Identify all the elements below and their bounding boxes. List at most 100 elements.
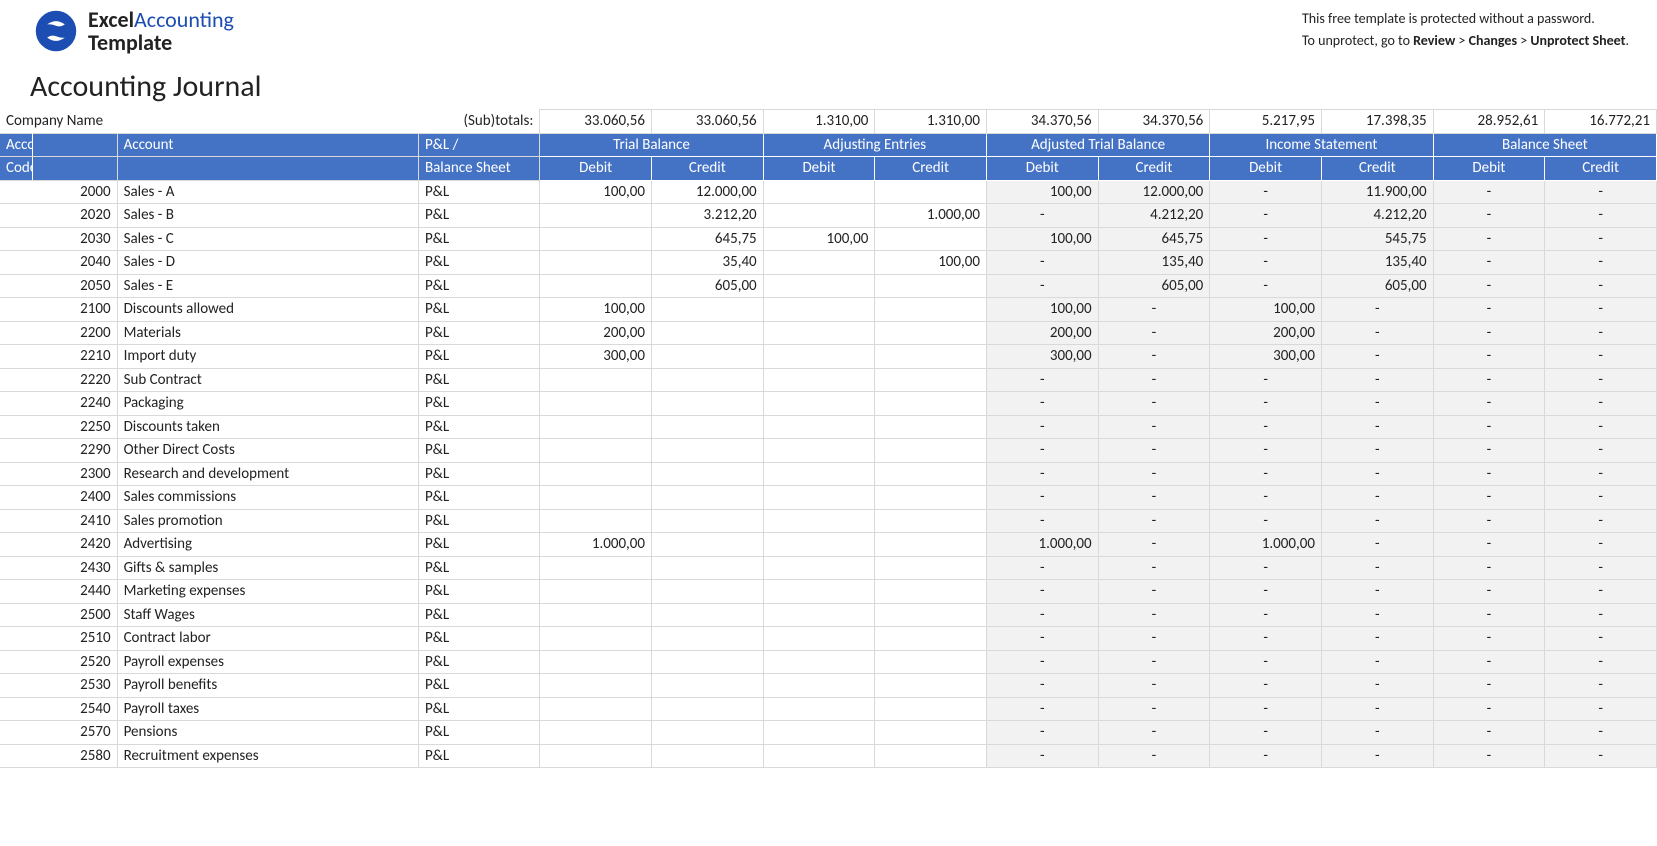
cell-value[interactable]: -	[1433, 603, 1545, 627]
cell-value[interactable]: -	[986, 556, 1098, 580]
cell-value[interactable]	[875, 227, 987, 251]
cell-value[interactable]: -	[1433, 721, 1545, 745]
cell-value[interactable]	[763, 204, 875, 228]
cell-value[interactable]: -	[1210, 627, 1322, 651]
cell-value[interactable]: -	[1433, 392, 1545, 416]
cell-value[interactable]	[875, 533, 987, 557]
cell-type[interactable]: P&L	[418, 744, 539, 768]
cell-value[interactable]: -	[1433, 744, 1545, 768]
cell-name[interactable]: Discounts taken	[117, 415, 418, 439]
cell-code[interactable]: 2400	[0, 486, 117, 510]
cell-value[interactable]	[875, 345, 987, 369]
cell-name[interactable]: Import duty	[117, 345, 418, 369]
cell-value[interactable]	[652, 415, 764, 439]
cell-value[interactable]: -	[1098, 697, 1210, 721]
cell-value[interactable]: -	[1433, 627, 1545, 651]
cell-value[interactable]: -	[1433, 298, 1545, 322]
cell-value[interactable]	[540, 227, 652, 251]
cell-value[interactable]	[763, 627, 875, 651]
cell-value[interactable]: -	[1098, 415, 1210, 439]
cell-value[interactable]: -	[986, 368, 1098, 392]
cell-value[interactable]: -	[1545, 439, 1657, 463]
cell-value[interactable]	[652, 556, 764, 580]
cell-value[interactable]: 1.000,00	[986, 533, 1098, 557]
cell-value[interactable]	[875, 486, 987, 510]
cell-value[interactable]: -	[1098, 345, 1210, 369]
cell-type[interactable]: P&L	[418, 580, 539, 604]
cell-value[interactable]	[540, 204, 652, 228]
cell-value[interactable]	[652, 298, 764, 322]
cell-value[interactable]: -	[1321, 368, 1433, 392]
cell-value[interactable]: 605,00	[1321, 274, 1433, 298]
cell-value[interactable]: 35,40	[652, 251, 764, 275]
cell-name[interactable]: Research and development	[117, 462, 418, 486]
cell-type[interactable]: P&L	[418, 204, 539, 228]
cell-code[interactable]: 2210	[0, 345, 117, 369]
cell-value[interactable]	[763, 744, 875, 768]
cell-value[interactable]: -	[1098, 674, 1210, 698]
cell-name[interactable]: Marketing expenses	[117, 580, 418, 604]
cell-value[interactable]	[540, 439, 652, 463]
cell-value[interactable]: -	[1433, 415, 1545, 439]
cell-value[interactable]	[875, 415, 987, 439]
cell-value[interactable]: -	[1545, 744, 1657, 768]
cell-value[interactable]: -	[1210, 556, 1322, 580]
cell-value[interactable]: 135,40	[1321, 251, 1433, 275]
cell-value[interactable]	[875, 180, 987, 204]
cell-value[interactable]	[875, 462, 987, 486]
cell-value[interactable]: -	[1210, 439, 1322, 463]
cell-value[interactable]: -	[1545, 627, 1657, 651]
cell-value[interactable]	[540, 697, 652, 721]
cell-value[interactable]	[652, 674, 764, 698]
cell-value[interactable]: 605,00	[652, 274, 764, 298]
cell-value[interactable]	[875, 674, 987, 698]
cell-value[interactable]: 300,00	[986, 345, 1098, 369]
cell-value[interactable]	[763, 439, 875, 463]
cell-value[interactable]	[652, 439, 764, 463]
cell-value[interactable]	[763, 345, 875, 369]
cell-value[interactable]: -	[1433, 650, 1545, 674]
cell-value[interactable]	[763, 462, 875, 486]
cell-value[interactable]: -	[986, 627, 1098, 651]
subtotal-cell[interactable]: 34.370,56	[1098, 110, 1210, 134]
cell-value[interactable]: -	[1545, 204, 1657, 228]
cell-code[interactable]: 2000	[0, 180, 117, 204]
cell-code[interactable]: 2250	[0, 415, 117, 439]
cell-value[interactable]	[540, 509, 652, 533]
cell-value[interactable]	[763, 533, 875, 557]
cell-value[interactable]: -	[1321, 627, 1433, 651]
cell-type[interactable]: P&L	[418, 627, 539, 651]
cell-value[interactable]: 4.212,20	[1321, 204, 1433, 228]
subtotal-cell[interactable]: 1.310,00	[875, 110, 987, 134]
cell-value[interactable]: -	[1098, 627, 1210, 651]
cell-value[interactable]: -	[1545, 321, 1657, 345]
cell-value[interactable]: -	[1433, 227, 1545, 251]
cell-value[interactable]: -	[986, 603, 1098, 627]
cell-type[interactable]: P&L	[418, 697, 539, 721]
cell-code[interactable]: 2040	[0, 251, 117, 275]
cell-value[interactable]	[763, 368, 875, 392]
cell-value[interactable]: -	[1210, 650, 1322, 674]
cell-name[interactable]: Advertising	[117, 533, 418, 557]
cell-value[interactable]: 100,00	[875, 251, 987, 275]
cell-value[interactable]: -	[1210, 462, 1322, 486]
cell-value[interactable]: 3.212,20	[652, 204, 764, 228]
cell-value[interactable]: -	[986, 251, 1098, 275]
cell-value[interactable]	[540, 415, 652, 439]
cell-code[interactable]: 2240	[0, 392, 117, 416]
cell-value[interactable]	[652, 721, 764, 745]
cell-value[interactable]: -	[986, 580, 1098, 604]
cell-value[interactable]: -	[1321, 533, 1433, 557]
cell-value[interactable]	[763, 180, 875, 204]
cell-value[interactable]: -	[1210, 415, 1322, 439]
cell-value[interactable]	[540, 650, 652, 674]
cell-value[interactable]: -	[1433, 204, 1545, 228]
cell-value[interactable]: -	[1433, 251, 1545, 275]
cell-name[interactable]: Sales - C	[117, 227, 418, 251]
cell-value[interactable]	[652, 321, 764, 345]
cell-value[interactable]: -	[986, 462, 1098, 486]
cell-value[interactable]: 1.000,00	[875, 204, 987, 228]
cell-type[interactable]: P&L	[418, 368, 539, 392]
cell-value[interactable]: -	[1321, 697, 1433, 721]
cell-value[interactable]: -	[986, 650, 1098, 674]
